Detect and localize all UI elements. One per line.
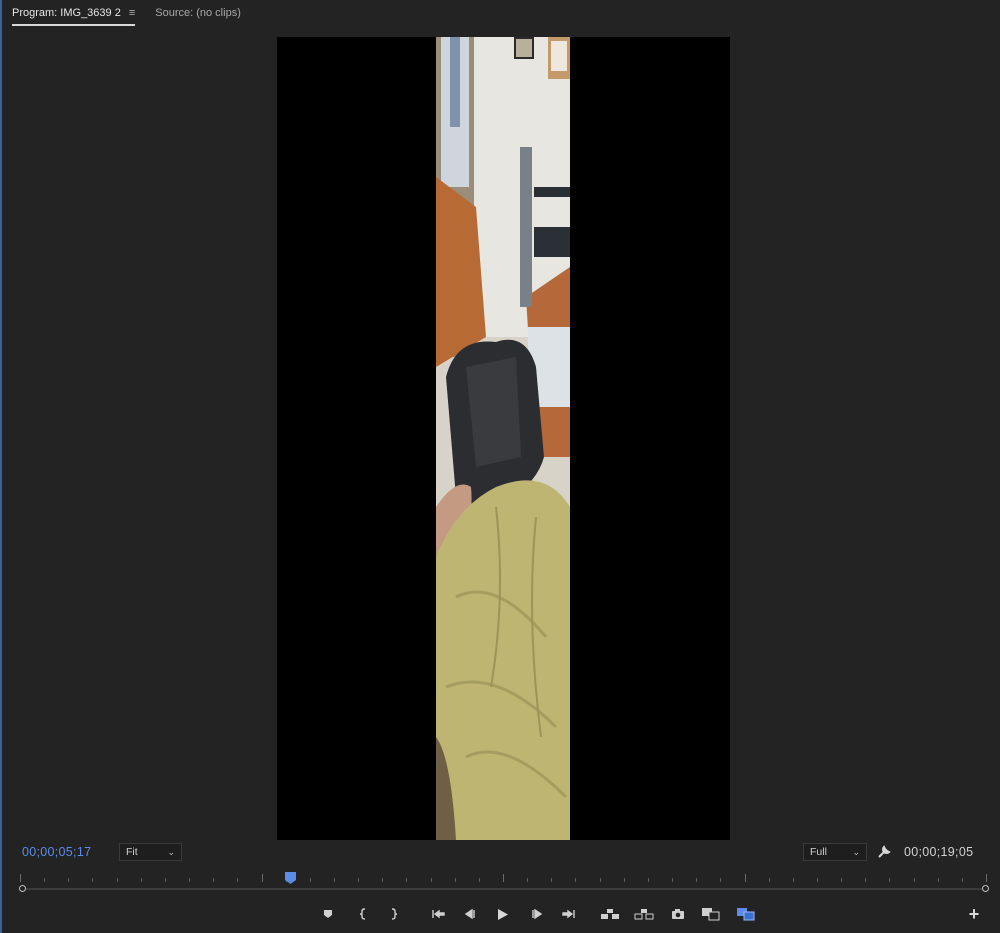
add-marker-icon[interactable] — [319, 905, 337, 923]
step-back-icon[interactable] — [461, 905, 479, 923]
ruler-tick — [938, 878, 939, 882]
ruler-tick — [745, 874, 746, 882]
ruler-tick — [92, 878, 93, 882]
insert-icon[interactable] — [701, 905, 721, 923]
ruler-tick — [527, 878, 528, 882]
duration-timecode: 00;00;19;05 — [904, 845, 974, 859]
ruler-tick — [20, 874, 21, 882]
ruler-tick — [793, 878, 794, 882]
tab-program-label: Program: IMG_3639 2 — [12, 7, 121, 19]
tab-source-label: Source: (no clips) — [155, 7, 241, 19]
program-monitor-panel: Program: IMG_3639 2 ≡ Source: (no clips) — [0, 0, 1000, 933]
ruler-tick — [455, 878, 456, 882]
tab-program[interactable]: Program: IMG_3639 2 ≡ — [12, 2, 136, 26]
playhead-marker[interactable] — [285, 871, 296, 884]
export-frame-icon[interactable] — [669, 905, 687, 923]
ruler-tick — [624, 878, 625, 882]
go-to-in-icon[interactable] — [429, 905, 447, 923]
ruler-tick — [310, 878, 311, 882]
ruler-tick — [165, 878, 166, 882]
zoom-scrollbar[interactable] — [19, 885, 989, 893]
ruler-tick — [648, 878, 649, 882]
lift-icon[interactable] — [600, 905, 620, 923]
ruler-tick — [962, 878, 963, 882]
ruler-tick — [406, 878, 407, 882]
resolution-select-value: Full — [810, 846, 827, 858]
time-ruler[interactable] — [20, 870, 987, 884]
chevron-down-icon: ⌄ — [852, 846, 860, 857]
ruler-tick — [44, 878, 45, 882]
ruler-tick — [503, 874, 504, 882]
transport-controls — [2, 905, 1000, 923]
tab-source[interactable]: Source: (no clips) — [155, 2, 241, 24]
current-timecode[interactable]: 00;00;05;17 — [22, 845, 91, 859]
video-canvas[interactable] — [277, 37, 730, 840]
ruler-tick — [817, 878, 818, 882]
mark-in-icon[interactable] — [354, 905, 372, 923]
ruler-tick — [672, 878, 673, 882]
ruler-tick — [213, 878, 214, 882]
wrench-icon[interactable] — [877, 845, 891, 859]
ruler-tick — [914, 878, 915, 882]
play-icon[interactable] — [494, 905, 512, 923]
ruler-tick — [141, 878, 142, 882]
ruler-tick — [986, 874, 987, 882]
ruler-tick — [262, 874, 263, 882]
ruler-tick — [720, 878, 721, 882]
ruler-tick — [600, 878, 601, 882]
mark-out-icon[interactable] — [385, 905, 403, 923]
resolution-select[interactable]: Full ⌄ — [803, 843, 867, 861]
ruler-tick — [696, 878, 697, 882]
ruler-tick — [769, 878, 770, 882]
scrollbar-track — [25, 888, 983, 890]
go-to-out-icon[interactable] — [560, 905, 578, 923]
ruler-tick — [551, 878, 552, 882]
overwrite-icon[interactable] — [736, 905, 756, 923]
hamburger-menu-icon[interactable]: ≡ — [129, 2, 135, 24]
step-forward-icon[interactable] — [528, 905, 546, 923]
ruler-tick — [334, 878, 335, 882]
ruler-tick — [431, 878, 432, 882]
chevron-down-icon: ⌄ — [167, 846, 175, 857]
ruler-tick — [358, 878, 359, 882]
ruler-tick — [189, 878, 190, 882]
scrollbar-handle-left[interactable] — [19, 885, 26, 892]
ruler-tick — [68, 878, 69, 882]
ruler-tick — [575, 878, 576, 882]
ruler-tick — [865, 878, 866, 882]
panel-tabs: Program: IMG_3639 2 ≡ Source: (no clips) — [12, 0, 261, 26]
ruler-tick — [237, 878, 238, 882]
plus-icon[interactable]: + — [965, 905, 983, 923]
ruler-tick — [889, 878, 890, 882]
ruler-tick — [117, 878, 118, 882]
extract-icon[interactable] — [634, 905, 654, 923]
ruler-tick — [841, 878, 842, 882]
ruler-tick — [382, 878, 383, 882]
zoom-select[interactable]: Fit ⌄ — [119, 843, 182, 861]
scrollbar-handle-right[interactable] — [982, 885, 989, 892]
ruler-tick — [479, 878, 480, 882]
video-frame — [436, 37, 570, 840]
zoom-select-value: Fit — [126, 846, 138, 858]
